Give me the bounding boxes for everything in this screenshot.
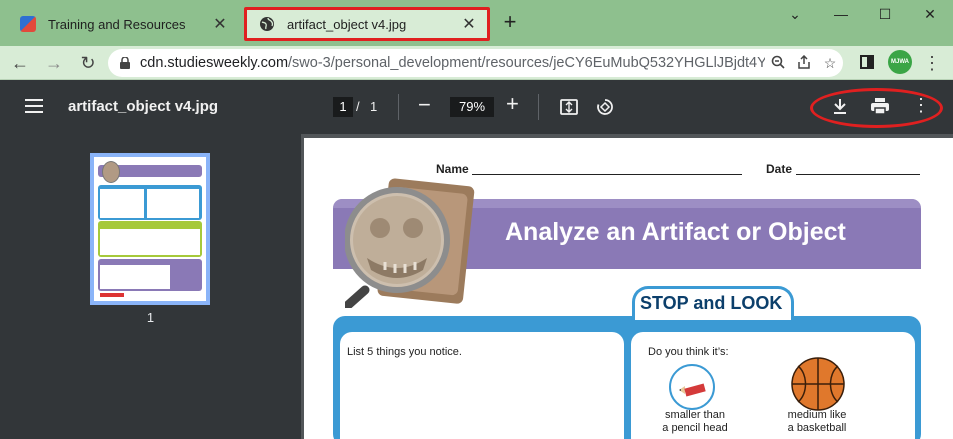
pdf-title: artifact_object v4.jpg [68,98,219,115]
hamburger-menu-icon[interactable] [25,99,43,113]
zoom-icon[interactable] [765,55,791,72]
annotation-circle [810,88,943,128]
forward-arrow-icon[interactable]: → [42,51,66,75]
url-path: /swo-3/personal_development/resources/je… [288,55,765,71]
share-icon[interactable] [791,54,817,72]
page-thumbnail[interactable] [90,153,210,305]
new-tab-button[interactable]: + [498,10,522,34]
minimize-button[interactable]: — [818,6,864,26]
thumb-artifact [102,161,120,183]
name-label: Name [436,162,469,176]
zoom-level-input[interactable]: 79% [450,97,494,117]
thumb-box [147,189,199,218]
maximize-button[interactable]: ☐ [862,6,908,26]
reload-icon[interactable]: ↻ [76,51,100,75]
tab-title: Training and Resources [48,16,186,32]
pencil-image [669,364,715,410]
url-text: cdn.studiesweekly.com/swo-3/personal_dev… [140,55,765,71]
basketball-image [790,356,846,412]
name-line [472,174,742,175]
close-tab-icon[interactable]: ✕ [459,14,479,34]
size-prompt: Do you think it’s: [648,346,729,358]
divider [538,94,539,120]
studies-weekly-icon [20,16,36,32]
page-number-input[interactable]: 1 [333,97,353,117]
thumb-box [100,265,170,289]
back-arrow-icon[interactable]: ← [8,51,32,75]
option1-line2: a pencil head [662,422,728,434]
artifact-magnifier-image [342,178,475,311]
tab-title: artifact_object v4.jpg [287,16,407,32]
browser-toolbar: ← → ↻ cdn.studiesweekly.com/swo-3/person… [0,46,953,80]
tab-training-resources[interactable]: Training and Resources ✕ [10,8,238,40]
notice-prompt: List 5 things you notice. [347,346,462,358]
thumbnail-page-number: 1 [146,310,155,325]
option2-line1: medium like [787,409,847,421]
thumb-box [100,229,200,255]
url-host: cdn.studiesweekly.com [140,55,289,71]
profile-avatar[interactable]: MJWA [888,50,912,74]
tab-search-button[interactable]: ⌄ [772,6,818,26]
thumb-box [100,189,144,218]
date-label: Date [766,162,793,176]
page-separator: / [356,99,360,114]
thumb-logo [100,293,124,297]
zoom-out-icon[interactable]: − [418,93,431,117]
bookmark-star-icon[interactable]: ☆ [817,55,843,72]
close-tab-icon[interactable]: ✕ [210,14,230,34]
zoom-in-icon[interactable]: + [506,92,519,116]
date-line [796,174,920,175]
page-total: 1 [370,99,378,114]
close-window-button[interactable]: ✕ [907,6,953,26]
address-bar[interactable]: cdn.studiesweekly.com/swo-3/personal_dev… [108,49,843,77]
more-menu-icon[interactable]: ⋮ [920,51,944,75]
tab-artifact-object[interactable]: artifact_object v4.jpg ✕ [244,7,490,41]
rotate-icon[interactable] [595,97,615,122]
globe-icon [259,16,275,32]
lock-icon [120,57,130,69]
document-heading: Analyze an Artifact or Object [505,218,846,246]
section-title: STOP and LOOK [640,293,783,313]
option1-line1: smaller than [665,409,725,421]
side-panel-icon[interactable] [860,55,874,69]
divider [398,94,399,120]
option2-line2: a basketball [787,422,847,434]
fit-page-icon[interactable] [560,98,578,121]
